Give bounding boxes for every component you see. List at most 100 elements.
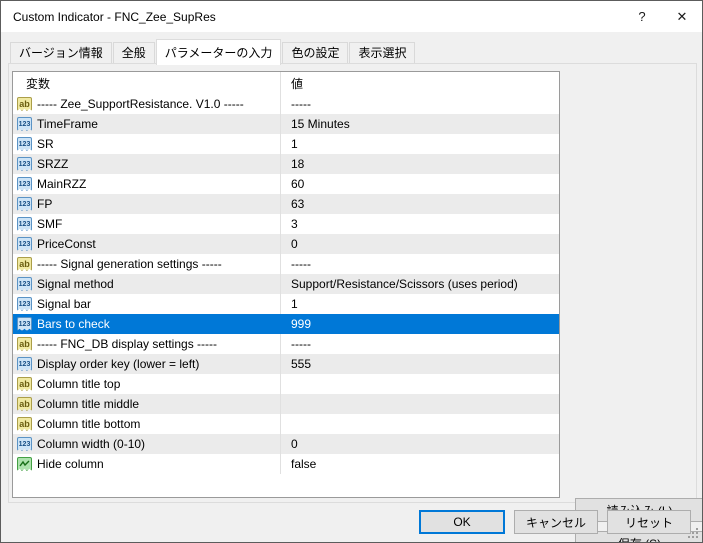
column-header-value: 値 [280,72,559,94]
param-value[interactable] [280,414,559,434]
param-value[interactable]: 999 [280,314,559,334]
table-row[interactable]: 123 PriceConst 0 [13,234,559,254]
integer-param-icon: 123 [17,437,32,451]
table-row[interactable]: 123 TimeFrame 15 Minutes [13,114,559,134]
string-param-icon: ab [17,417,32,431]
param-name-cell: 123 SRZZ [13,154,280,174]
param-name: Column title bottom [37,417,141,431]
param-name: Bars to check [37,317,110,331]
param-name-cell: ab Column title middle [13,394,280,414]
param-name: ----- Zee_SupportResistance. V1.0 ----- [37,97,244,111]
integer-param-icon: 123 [17,277,32,291]
param-value[interactable]: 1 [280,134,559,154]
integer-param-icon: 123 [17,357,32,371]
custom-indicator-dialog: Custom Indicator - FNC_Zee_SupRes ? ✕ バー… [0,0,703,543]
param-value[interactable]: 0 [280,434,559,454]
string-param-icon: ab [17,97,32,111]
string-param-icon: ab [17,377,32,391]
param-name-cell: 123 Display order key (lower = left) [13,354,280,374]
param-value[interactable]: 1 [280,294,559,314]
integer-param-icon: 123 [17,137,32,151]
tab-2[interactable]: パラメーターの入力 [155,39,282,65]
param-name-cell: ab ----- FNC_DB display settings ----- [13,334,280,354]
tab-1[interactable]: 全般 [112,42,155,64]
param-value[interactable] [280,394,559,414]
string-param-icon: ab [17,337,32,351]
param-name: Column width (0-10) [37,437,146,451]
parameters-tab-page: 変数 値 ab ----- Zee_SupportResistance. V1.0… [8,63,702,542]
param-name-cell: 123 Column width (0-10) [13,434,280,454]
table-row[interactable]: 123 Column width (0-10) 0 [13,434,559,454]
reset-button[interactable]: リセット [607,510,691,534]
param-name: MainRZZ [37,177,87,191]
integer-param-icon: 123 [17,157,32,171]
table-row[interactable]: 123 SMF 3 [13,214,559,234]
table-row[interactable]: Hide column false [13,454,559,474]
table-row[interactable]: ab ----- Signal generation settings -----… [13,254,559,274]
table-row[interactable]: 123 Signal method Support/Resistance/Sciss… [13,274,559,294]
param-value[interactable]: 15 Minutes [280,114,559,134]
dialog-title: Custom Indicator - FNC_Zee_SupRes [13,9,216,24]
table-row[interactable]: 123 SR 1 [13,134,559,154]
param-name: ----- FNC_DB display settings ----- [37,337,218,351]
param-name-cell: 123 SR [13,134,280,154]
tab-strip: バージョン情報 全般 パラメーターの入力 色の設定 表示選択 [10,39,693,65]
param-value[interactable]: 63 [280,194,559,214]
table-row[interactable]: ab ----- FNC_DB display settings ----- ---… [13,334,559,354]
tab-0[interactable]: バージョン情報 [10,42,112,64]
param-name-cell: ab Column title top [13,374,280,394]
param-name-cell: 123 TimeFrame [13,114,280,134]
param-name-cell: 123 Signal bar [13,294,280,314]
string-param-icon: ab [17,257,32,271]
title-bar: Custom Indicator - FNC_Zee_SupRes ? ✕ [1,1,702,32]
param-name-cell: 123 PriceConst [13,234,280,254]
tab-4[interactable]: 表示選択 [349,42,416,64]
resize-grip[interactable] [688,528,698,538]
param-name-cell: ab ----- Zee_SupportResistance. V1.0 ----… [13,94,280,114]
param-name: Column title top [37,377,121,391]
param-name: PriceConst [37,237,96,251]
table-row[interactable]: 123 SRZZ 18 [13,154,559,174]
param-value[interactable]: 18 [280,154,559,174]
param-name-cell: Hide column [13,454,280,474]
help-button[interactable]: ? [622,1,662,32]
param-value[interactable]: 3 [280,214,559,234]
param-name: SMF [37,217,63,231]
table-row[interactable]: ab Column title middle [13,394,559,414]
param-value[interactable]: false [280,454,559,474]
param-value[interactable]: ----- [280,94,559,114]
param-value[interactable]: 60 [280,174,559,194]
param-name: Hide column [37,457,104,471]
ok-button[interactable]: OK [419,510,505,534]
param-value[interactable]: ----- [280,254,559,274]
table-row[interactable]: 123 Signal bar 1 [13,294,559,314]
param-value[interactable]: 555 [280,354,559,374]
table-row[interactable]: 123 Display order key (lower = left) 555 [13,354,559,374]
table-row[interactable]: 123 Bars to check 999 [13,314,559,334]
parameter-table: 変数 値 ab ----- Zee_SupportResistance. V1.0… [12,71,560,498]
table-row[interactable]: ab Column title bottom [13,414,559,434]
table-row[interactable]: 123 FP 63 [13,194,559,214]
param-value[interactable]: ----- [280,334,559,354]
integer-param-icon: 123 [17,197,32,211]
param-name: Signal method [37,277,114,291]
param-name: SRZZ [37,157,69,171]
tab-3[interactable]: 色の設定 [282,42,349,64]
param-value[interactable]: Support/Resistance/Scissors (uses period… [280,274,559,294]
param-name-cell: ab ----- Signal generation settings ----- [13,254,280,274]
table-row[interactable]: ab ----- Zee_SupportResistance. V1.0 ----… [13,94,559,114]
param-value[interactable]: 0 [280,234,559,254]
param-name-cell: ab Column title bottom [13,414,280,434]
integer-param-icon: 123 [17,177,32,191]
table-row[interactable]: ab Column title top [13,374,559,394]
table-row[interactable]: 123 MainRZZ 60 [13,174,559,194]
param-value[interactable] [280,374,559,394]
close-button[interactable]: ✕ [662,1,702,32]
param-name: SR [37,137,54,151]
table-header-row: 変数 値 [13,72,559,94]
titlebar-buttons: ? ✕ [622,1,702,32]
param-name-cell: 123 Bars to check [13,314,280,334]
param-name: Signal bar [37,297,92,311]
cancel-button[interactable]: キャンセル [514,510,598,534]
param-name: Display order key (lower = left) [37,357,200,371]
